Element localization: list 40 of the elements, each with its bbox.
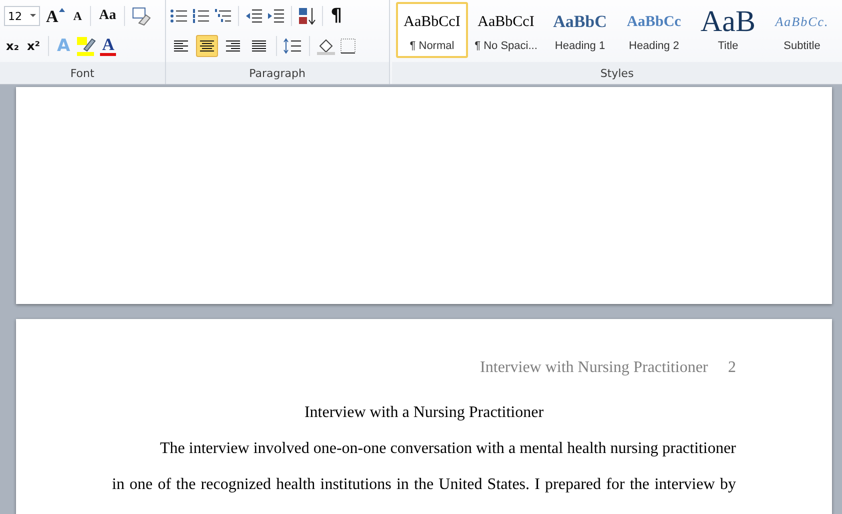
eraser-icon[interactable] [131, 6, 152, 26]
running-head: Interview with Nursing Practitioner [480, 359, 708, 378]
show-formatting-button[interactable]: ¶ [328, 7, 344, 25]
shrink-font-button[interactable]: A [71, 10, 84, 22]
group-label: Paragraph [249, 66, 306, 80]
group-label: Font [70, 66, 94, 80]
bullet-list-icon[interactable] [170, 8, 188, 24]
page-number: 2 [728, 359, 736, 378]
style-gallery-item[interactable]: AaBbC Heading 1 [544, 2, 616, 58]
shading-icon[interactable] [316, 37, 336, 55]
group-label: Styles [600, 66, 634, 80]
body-text-line: The interview involved one-on-one conversation with a mental health nursing practitioner [159, 439, 736, 459]
style-gallery-item[interactable]: AaB Title [692, 2, 764, 58]
text-alignment-icon [226, 40, 240, 52]
font-color-button[interactable]: A [100, 36, 116, 56]
text-alignment-icon [200, 40, 214, 52]
line-spacing-icon[interactable] [282, 38, 303, 54]
body-text-line: in one of the recognized health institutions in the United States. I prepared for the interview by [112, 475, 736, 495]
sort-icon[interactable] [298, 7, 316, 25]
grow-font-button[interactable]: A [44, 8, 68, 24]
font-size-field[interactable]: 12 [4, 6, 40, 26]
subscript-button[interactable]: x₂ [4, 40, 21, 52]
align-button[interactable] [196, 35, 218, 57]
caret-down-icon [30, 14, 36, 18]
style-gallery-item[interactable]: AaBbCcI ¶ No Spaci... [470, 2, 542, 58]
change-case-button[interactable]: Aa [96, 9, 118, 23]
highlighter-icon[interactable] [76, 36, 96, 56]
text-alignment-icon [174, 40, 188, 52]
style-gallery-item[interactable]: AaBbCc Heading 2 [618, 2, 690, 58]
caret-up-icon [59, 8, 66, 12]
decrease-indent-icon[interactable] [244, 8, 263, 24]
superscript-button[interactable]: x² [25, 40, 42, 52]
borders-icon[interactable] [340, 38, 356, 54]
numbered-list-icon[interactable] [192, 8, 210, 24]
increase-indent-icon[interactable] [266, 8, 285, 24]
multilevel-list-icon[interactable] [214, 8, 232, 24]
style-gallery-item[interactable]: AaBbCc. Subtitle [766, 2, 838, 58]
document-title: Interview with a Nursing Practitioner [304, 404, 544, 421]
style-gallery-item[interactable]: AaBbCcI ¶ Normal [396, 2, 468, 58]
text-alignment-icon [252, 40, 266, 52]
